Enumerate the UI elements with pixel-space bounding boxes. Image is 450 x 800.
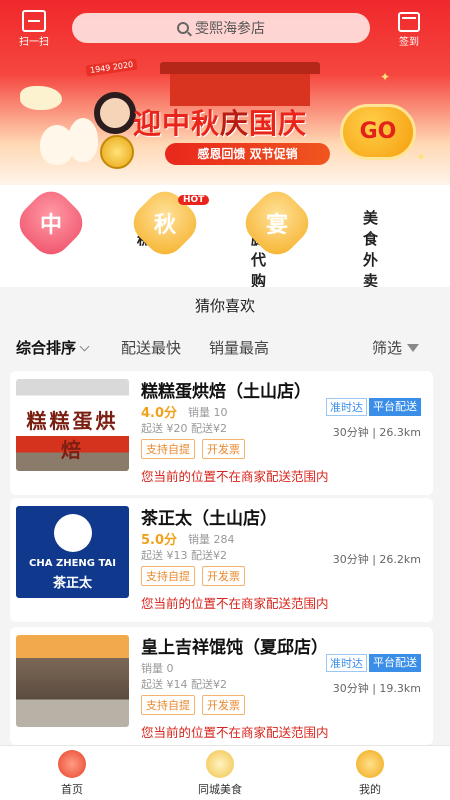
mooncake-icon: 中 xyxy=(11,183,91,263)
store-fee: 起送 ¥20 配送¥2 xyxy=(141,422,227,435)
nav-local-food[interactable]: 同城美食 xyxy=(175,750,265,797)
scan-label: 扫一扫 xyxy=(19,37,49,48)
store-thumbnail: 糕糕蛋烘焙 xyxy=(16,379,129,471)
nav-label: 同城美食 xyxy=(198,783,242,796)
store-name: 糕糕蛋烘焙（土山店） xyxy=(141,382,311,402)
nav-label: 我的 xyxy=(359,783,381,796)
signin-label: 签到 xyxy=(399,37,419,48)
delivery-range-warning: 您当前的位置不在商家配送范围内 xyxy=(141,596,329,611)
platform-delivery-tag: 平台配送 xyxy=(369,654,421,672)
mooncake-icon: 宴 xyxy=(237,183,317,263)
filter-button[interactable]: 筛选 xyxy=(372,337,420,358)
invoice-tag: 开发票 xyxy=(202,566,245,586)
store-name: 皇上吉祥馄饨（夏邱店） xyxy=(141,638,328,658)
category-errand[interactable]: 秋 HOT 跑腿代购 xyxy=(120,183,266,290)
palace-gate-illustration xyxy=(150,62,330,106)
ontime-tag: 准时达 xyxy=(326,398,367,416)
store-service-tags: 支持自提 开发票 xyxy=(141,439,252,459)
signin-button[interactable]: 签到 xyxy=(395,12,423,48)
child-illustration xyxy=(94,92,136,134)
filter-icon xyxy=(407,344,420,352)
store-thumbnail xyxy=(16,635,129,727)
store-score: 5.0分 xyxy=(141,533,178,548)
pickup-tag: 支持自提 xyxy=(141,695,195,715)
store-card[interactable]: 糕糕蛋烘焙 糕糕蛋烘焙（土山店） 4.0分 销量 10 起送 ¥20 配送¥2 … xyxy=(10,371,433,495)
store-thumbnail: CHA ZHENG TAI 茶正太 xyxy=(16,506,129,598)
hot-badge: HOT xyxy=(178,195,210,205)
coin-illustration xyxy=(100,135,134,169)
sort-top-sales[interactable]: 销量最高 xyxy=(209,337,269,358)
store-card[interactable]: 皇上吉祥馄饨（夏邱店） 销量 0 起送 ¥14 配送¥2 准时达 平台配送 30… xyxy=(10,627,433,745)
delivery-range-warning: 您当前的位置不在商家配送范围内 xyxy=(141,725,329,740)
pickup-tag: 支持自提 xyxy=(141,439,195,459)
home-icon xyxy=(58,750,86,778)
firework-icon: ✦ xyxy=(416,150,427,164)
chevron-down-icon xyxy=(79,341,90,352)
ontime-tag: 准时达 xyxy=(326,654,367,672)
nav-home[interactable]: 首页 xyxy=(27,750,117,797)
store-tags: 准时达 平台配送 xyxy=(324,398,421,416)
section-title: 猜你喜欢 xyxy=(0,287,450,325)
pickup-tag: 支持自提 xyxy=(141,566,195,586)
rabbit-illustration xyxy=(68,118,98,162)
store-fee: 起送 ¥13 配送¥2 xyxy=(141,549,227,562)
delivery-range-warning: 您当前的位置不在商家配送范围内 xyxy=(141,469,329,484)
store-score: 4.0分 xyxy=(141,406,178,421)
category-row: 中 蛋糕 秋 HOT 跑腿代购 宴 美食外卖 xyxy=(0,183,450,290)
store-tags: 准时达 平台配送 xyxy=(324,654,421,672)
store-name: 茶正太（土山店） xyxy=(141,509,277,529)
category-cake[interactable]: 中 蛋糕 xyxy=(6,183,152,263)
go-button[interactable]: GO xyxy=(340,104,416,160)
invoice-tag: 开发票 xyxy=(202,695,245,715)
cloud-illustration xyxy=(20,86,62,110)
store-fee: 起送 ¥14 配送¥2 xyxy=(141,678,227,691)
promo-banner[interactable]: 扫一扫 雯熙海参店 签到 1949 2020 ✦ ✦ 迎中秋庆国庆 感恩回馈 双… xyxy=(0,0,450,185)
calendar-icon xyxy=(398,12,420,32)
sort-bar: 综合排序 配送最快 销量最高 筛选 xyxy=(0,325,450,367)
bottom-nav: 首页 同城美食 我的 xyxy=(0,745,450,800)
platform-delivery-tag: 平台配送 xyxy=(369,398,421,416)
search-input[interactable]: 雯熙海参店 xyxy=(72,13,370,43)
search-placeholder: 雯熙海参店 xyxy=(195,21,265,37)
invoice-tag: 开发票 xyxy=(202,439,245,459)
banner-subtitle: 感恩回馈 双节促销 xyxy=(165,143,330,165)
food-icon xyxy=(206,750,234,778)
category-label: 美食外卖 xyxy=(363,209,379,290)
sort-comprehensive[interactable]: 综合排序 xyxy=(16,337,90,358)
store-service-tags: 支持自提 开发票 xyxy=(141,566,252,586)
store-service-tags: 支持自提 开发票 xyxy=(141,695,252,715)
store-eta: 30分钟 | 26.2km xyxy=(332,553,421,566)
firework-icon: ✦ xyxy=(380,70,391,84)
year-badge: 1949 2020 xyxy=(85,58,138,77)
store-card[interactable]: CHA ZHENG TAI 茶正太 茶正太（土山店） 5.0分 销量 284 起… xyxy=(10,498,433,622)
nav-label: 首页 xyxy=(61,783,83,796)
search-icon xyxy=(177,22,189,34)
sort-fastest[interactable]: 配送最快 xyxy=(121,337,181,358)
store-sales: 销量 10 xyxy=(188,406,228,419)
scan-button[interactable]: 扫一扫 xyxy=(16,10,52,48)
profile-icon xyxy=(356,750,384,778)
store-eta: 30分钟 | 19.3km xyxy=(332,682,421,695)
store-eta: 30分钟 | 26.3km xyxy=(332,426,421,439)
nav-profile[interactable]: 我的 xyxy=(325,750,415,797)
category-food-delivery[interactable]: 宴 美食外卖 xyxy=(232,183,378,290)
store-sales: 销量 0 xyxy=(141,662,174,675)
banner-slogan: 迎中秋庆国庆 xyxy=(133,107,308,140)
scan-icon xyxy=(22,10,46,32)
store-sales: 销量 284 xyxy=(188,533,235,546)
